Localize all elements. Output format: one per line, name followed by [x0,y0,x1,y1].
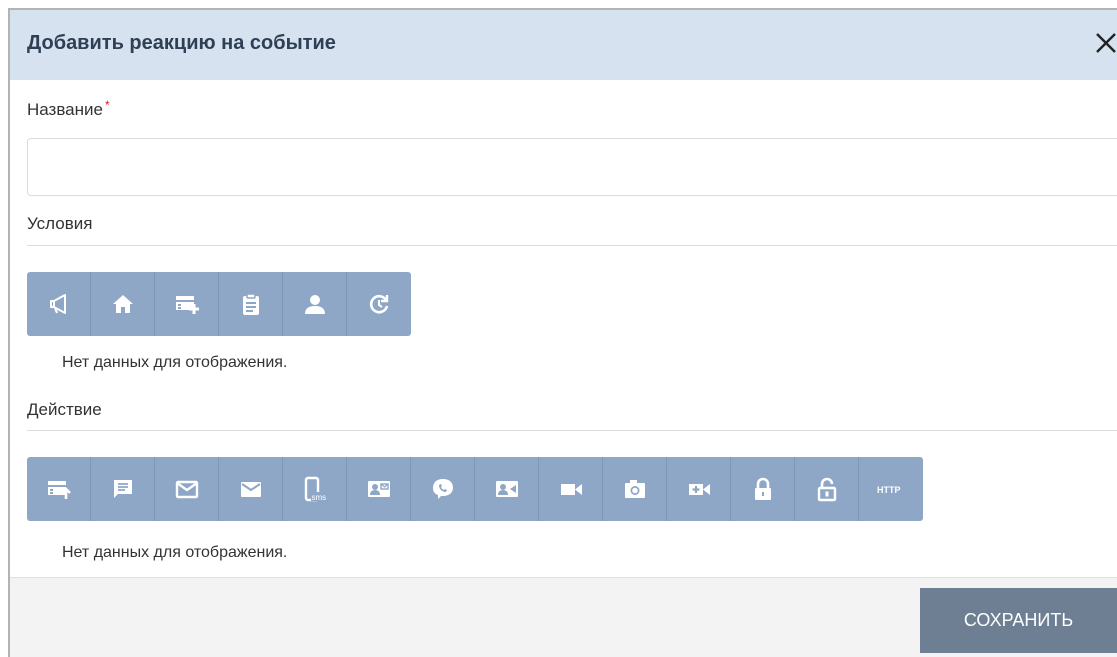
mail-filled-icon[interactable] [219,457,283,521]
action-label: Действие [27,400,102,419]
conditions-empty-text: Нет данных для отображения. [62,354,288,371]
name-label: Название * [27,98,110,120]
lock-icon[interactable] [731,457,795,521]
save-button[interactable]: СОХРАНИТЬ [920,588,1117,653]
video-contact-icon[interactable] [475,457,539,521]
clipboard-icon[interactable] [219,272,283,336]
home-icon[interactable] [91,272,155,336]
sms-icon[interactable]: sms [283,457,347,521]
mail-outline-icon[interactable] [155,457,219,521]
conditions-label: Условия [27,214,93,233]
add-video-icon[interactable] [667,457,731,521]
dialog-title: Добавить реакцию на событие [27,32,336,54]
megaphone-icon[interactable] [27,272,91,336]
user-icon[interactable] [283,272,347,336]
close-icon[interactable] [1091,28,1117,58]
schedule-icon[interactable] [347,272,411,336]
http-icon[interactable]: HTTP [859,457,923,521]
viber-icon[interactable] [411,457,475,521]
http-label: HTTP [877,485,901,495]
contact-card-icon[interactable] [347,457,411,521]
add-reaction-dialog: Добавить реакцию на событие Название * Ус… [8,8,1117,657]
sms-label: sms [311,493,326,502]
video-camera-icon[interactable] [539,457,603,521]
actions-toolbar: sms HTTP [27,457,923,521]
name-input[interactable] [27,138,1117,196]
action-divider [27,430,1117,431]
photo-camera-icon[interactable] [603,457,667,521]
conditions-toolbar [27,272,411,336]
unlock-icon[interactable] [795,457,859,521]
name-label-text: Название [27,100,103,119]
dialog-titlebar: Добавить реакцию на событие [10,10,1117,80]
message-icon[interactable] [91,457,155,521]
action-empty-text: Нет данных для отображения. [62,544,288,561]
add-card-icon[interactable] [155,272,219,336]
card-upload-icon[interactable] [27,457,91,521]
conditions-divider [27,245,1117,246]
required-mark: * [104,98,110,112]
